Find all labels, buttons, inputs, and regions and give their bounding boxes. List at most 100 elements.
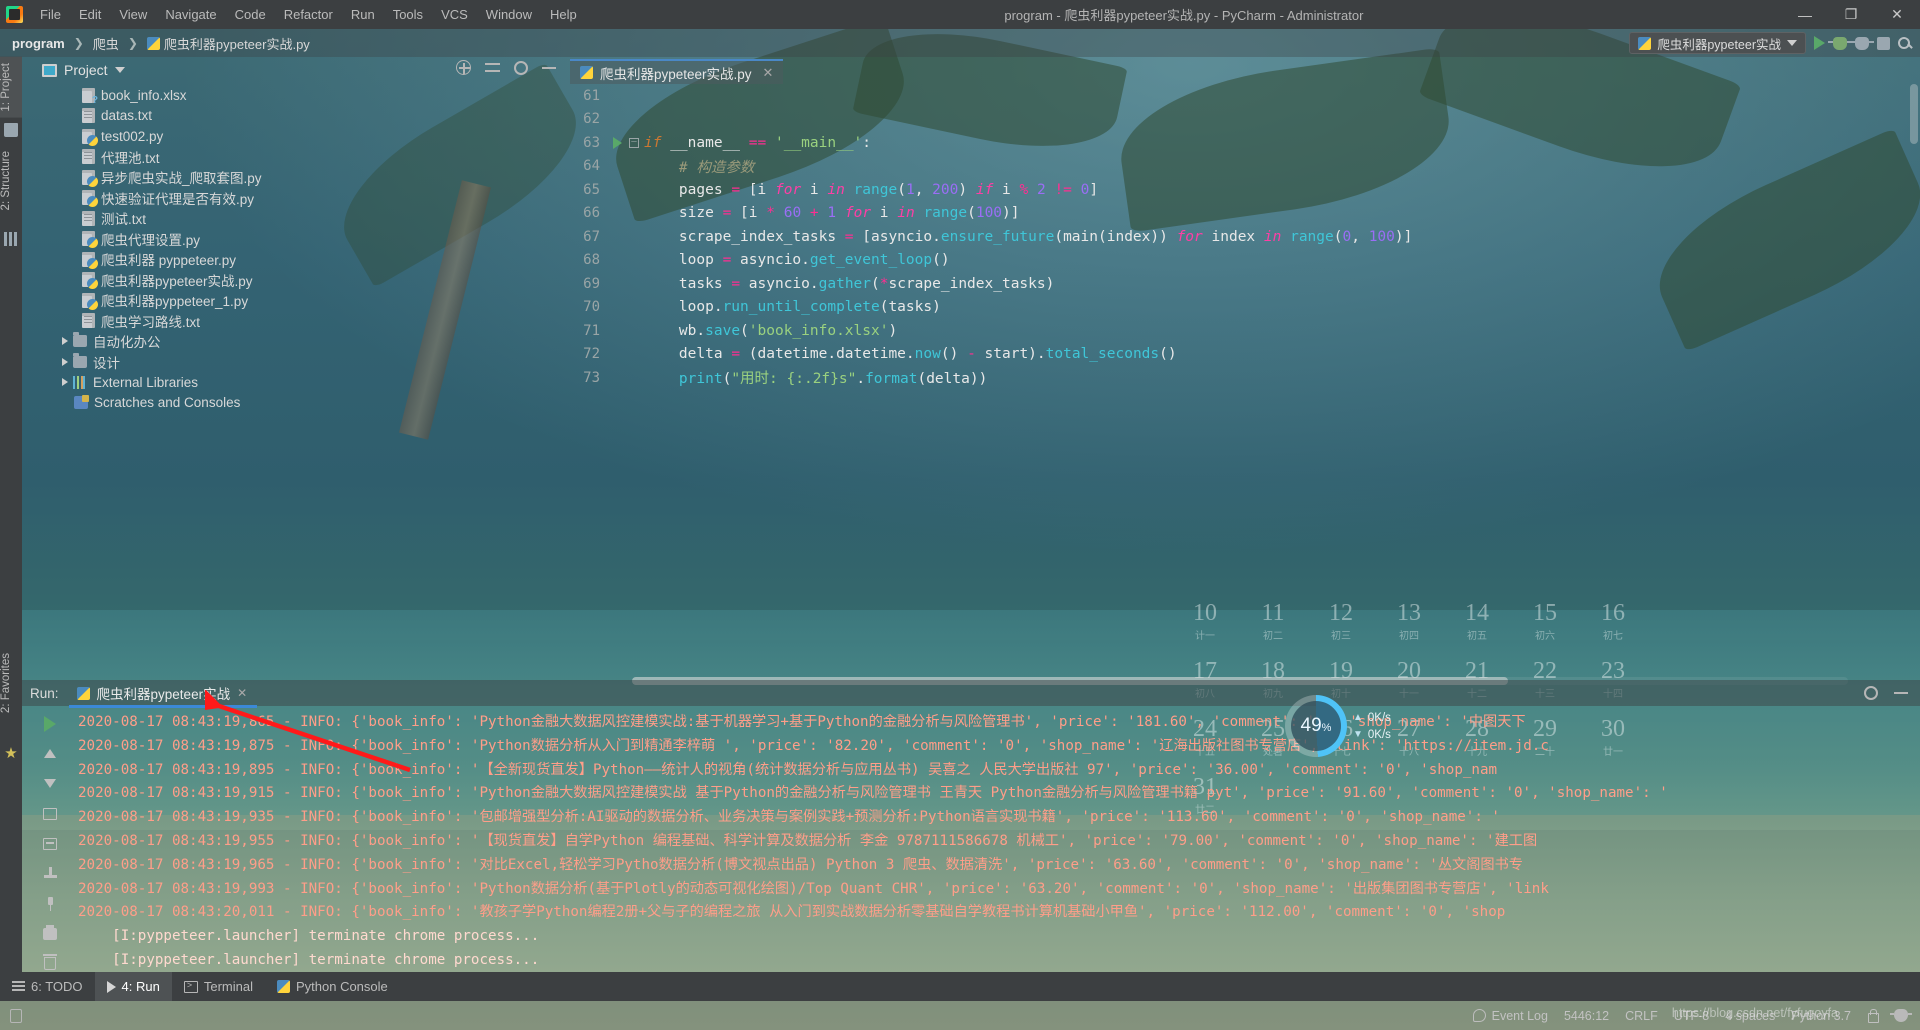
tree-item-scratches-and-consoles[interactable]: Scratches and Consoles [22,393,562,414]
rerun-icon[interactable] [40,715,60,732]
tree-item-office-automation-folder[interactable]: 自动化办公 [22,331,562,352]
code-line[interactable]: 72 delta = (datetime.datetime.now() - st… [562,343,1920,367]
tree-item-proxy-settings-py[interactable]: 爬虫代理设置.py [22,229,562,250]
tree-item-ceshi-txt[interactable]: 测试.txt [22,208,562,229]
code-token: '__main__' [774,134,863,151]
maximize-button[interactable]: ❐ [1828,0,1874,29]
menu-window[interactable]: Window [477,4,541,25]
settings-icon[interactable] [514,60,528,75]
code-line[interactable]: 67 scrape_index_tasks = [asyncio.ensure_… [562,225,1920,249]
breadcrumb-folder[interactable]: 爬虫 [93,34,119,53]
settings-icon[interactable] [1864,686,1878,700]
prev-occurrence-icon[interactable] [40,745,60,762]
sidebar-tab-favorites[interactable]: 2: Favorites [0,647,22,719]
fold-toggle-icon[interactable]: – [624,137,644,148]
code-line[interactable]: 71 wb.save('book_info.xlsx') [562,319,1920,343]
chevron-right-icon[interactable] [62,337,68,346]
editor-tab-pypeteer-shizhan[interactable]: 爬虫利器pypeteer实战.py ✕ [570,59,784,84]
menu-vcs[interactable]: VCS [432,4,477,25]
tree-item-book-info-xlsx[interactable]: book_info.xlsx [22,85,562,106]
close-button[interactable]: ✕ [1874,0,1920,29]
inspection-icon[interactable] [1890,1009,1912,1022]
breadcrumb-file[interactable]: 爬虫利器pypeteer实战.py [164,34,310,53]
next-occurrence-icon[interactable] [40,775,60,792]
stop-all-icon[interactable] [40,835,60,852]
tree-item-pyppeteer-py[interactable]: 爬虫利器 pyppeteer.py [22,249,562,270]
code-line[interactable]: 61 [562,84,1920,108]
pin-icon[interactable] [40,895,60,912]
menu-edit[interactable]: Edit [70,4,110,25]
hide-icon[interactable] [542,66,556,69]
hide-icon[interactable] [1894,692,1908,694]
menu-navigate[interactable]: Navigate [156,4,225,25]
menu-run[interactable]: Run [342,4,384,25]
tree-item-datas-txt[interactable]: datas.txt [22,106,562,127]
stop-icon[interactable] [40,805,60,822]
bottom-tab-python-console[interactable]: Python Console [265,972,400,1001]
code-line[interactable]: 62 [562,108,1920,132]
main-menu[interactable]: File Edit View Navigate Code Refactor Ru… [31,4,586,25]
run-tab[interactable]: 爬虫利器pypeteer实战 ✕ [68,681,258,708]
tree-item-learning-path-txt[interactable]: 爬虫学习路线.txt [22,311,562,332]
menu-code[interactable]: Code [226,4,275,25]
breadcrumb-project[interactable]: program [12,36,65,51]
sidebar-tab-project[interactable]: 1: Project [0,57,22,118]
chevron-down-icon[interactable] [114,67,125,73]
bottom-tab-run[interactable]: 4: Run [94,972,172,1001]
menu-file[interactable]: File [31,4,70,25]
menu-tools[interactable]: Tools [384,4,432,25]
export-icon[interactable] [40,865,60,882]
project-tree[interactable]: book_info.xlsx datas.txt test002.py 代理池.… [22,83,562,413]
code-line[interactable]: 64 # 构造参数 [562,155,1920,179]
bottom-tab-todo[interactable]: 6: TODO [0,972,95,1001]
line-separator[interactable]: CRLF [1625,1009,1658,1023]
tree-item-test002-py[interactable]: test002.py [22,126,562,147]
code-line[interactable]: 69 tasks = asyncio.gather(*scrape_index_… [562,272,1920,296]
lock-icon[interactable] [1867,1009,1879,1023]
collapse-all-icon[interactable] [485,61,500,74]
gutter-run-icon[interactable] [610,136,624,149]
close-icon[interactable]: ✕ [237,686,247,700]
caret-position[interactable]: 5446:12 [1564,1009,1609,1023]
event-log-button[interactable]: Event Log [1472,1009,1548,1023]
clear-all-icon[interactable] [40,954,60,972]
run-icon[interactable] [1814,36,1825,50]
code-line[interactable]: 63 – if __name__ == '__main__': [562,131,1920,155]
tree-item-daililichi-txt[interactable]: 代理池.txt [22,147,562,168]
stop-icon[interactable] [1877,36,1890,50]
network-speed-widget[interactable]: 49% ▲ 0K/s ▼ 0K/s [1285,695,1391,757]
chevron-right-icon[interactable] [62,357,68,366]
close-icon[interactable]: ✕ [763,65,774,81]
code-line[interactable]: 68 loop = asyncio.get_event_loop() [562,249,1920,273]
tree-item-pypeteer-shizhan-py[interactable]: 爬虫利器pypeteer实战.py [22,270,562,291]
breadcrumb[interactable]: program ❯ 爬虫 ❯ 爬虫利器pypeteer实战.py [12,34,310,53]
code-line[interactable]: 66 size = [i * 60 + 1 for i in range(100… [562,202,1920,226]
coverage-icon[interactable] [1850,36,1874,50]
tree-item-async-spider-py[interactable]: 异步爬虫实战_爬取套图.py [22,167,562,188]
print-icon[interactable] [40,924,60,942]
tree-item-external-libraries[interactable]: External Libraries [22,372,562,393]
editor-vertical-scrollbar[interactable] [1908,84,1920,677]
chevron-right-icon[interactable] [62,378,68,387]
bottom-tab-terminal[interactable]: Terminal [172,972,265,1001]
tree-item-design-folder[interactable]: 设计 [22,352,562,373]
sidebar-tab-structure[interactable]: 2: Structure [0,145,22,216]
minimize-button[interactable]: — [1782,0,1828,29]
window-controls[interactable]: — ❐ ✕ [1782,0,1920,29]
menu-refactor[interactable]: Refactor [275,4,342,25]
menu-view[interactable]: View [110,4,156,25]
code-line[interactable]: 73 print("用时: {:.2f}s".format(delta)) [562,366,1920,390]
tree-item-proxy-check-py[interactable]: 快速验证代理是否有效.py [22,188,562,209]
title-bar: File Edit View Navigate Code Refactor Ru… [0,0,1920,29]
run-configuration-selector[interactable]: 爬虫利器pypeteer实战 [1629,32,1806,54]
code-view[interactable]: 61 62 63– if __name__ == '__main__': 64 # 构造… [562,84,1920,677]
debug-icon[interactable] [1828,36,1852,50]
search-icon[interactable] [1898,37,1910,49]
run-console-output[interactable]: 2020-08-17 08:43:19,865 - INFO: {'book_i… [78,709,1920,972]
toggle-toolbar-icon[interactable] [10,1008,22,1023]
menu-help[interactable]: Help [541,4,586,25]
code-line[interactable]: 65 pages = [i for i in range(1, 200) if … [562,178,1920,202]
tree-item-pyppeteer-1-py[interactable]: 爬虫利器pyppeteer_1.py [22,290,562,311]
code-line[interactable]: 70 loop.run_until_complete(tasks) [562,296,1920,320]
locate-icon[interactable] [456,60,471,75]
